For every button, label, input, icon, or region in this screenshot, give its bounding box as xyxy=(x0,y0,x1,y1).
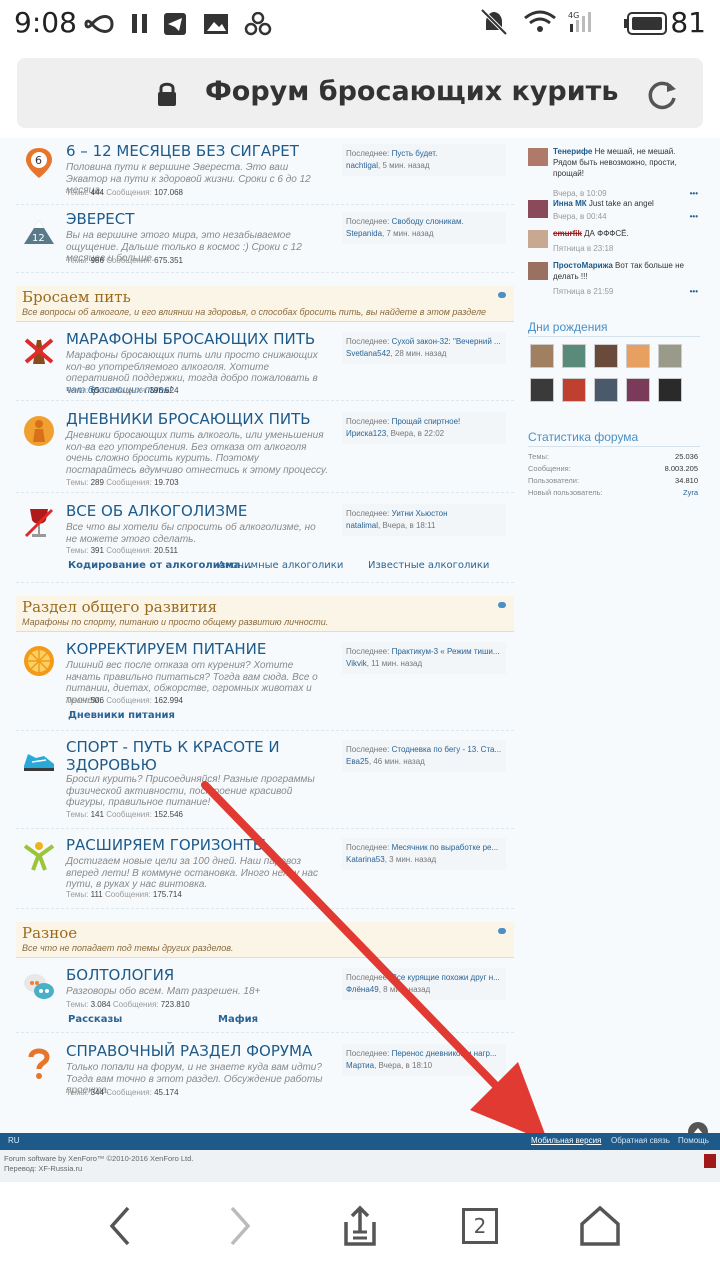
footer-bar: RU Мобильная версия Обратная связь Помощ… xyxy=(0,1133,720,1150)
badge-icon[interactable] xyxy=(704,1154,716,1168)
feedback-link[interactable]: Обратная связь xyxy=(611,1136,670,1145)
share-icon[interactable] xyxy=(338,1204,382,1248)
home-icon[interactable] xyxy=(578,1204,622,1248)
language-link[interactable]: RU xyxy=(8,1136,20,1145)
tabs-count: 2 xyxy=(462,1208,498,1244)
help-link[interactable]: Помощь xyxy=(678,1136,709,1145)
annotation-arrow xyxy=(201,781,548,1142)
tabs-button[interactable]: 2 xyxy=(458,1204,502,1248)
forward-icon[interactable] xyxy=(218,1204,262,1248)
mobile-version-link[interactable]: Мобильная версия xyxy=(531,1136,601,1145)
translation-credit: Перевод: XF-Russia.ru xyxy=(4,1164,83,1173)
back-icon[interactable] xyxy=(98,1204,142,1248)
copyright-block: Forum software by XenForo™ ©2010-2016 Xe… xyxy=(0,1150,720,1182)
browser-navbar: 2 xyxy=(0,1182,720,1280)
copyright-text: Forum software by XenForo™ ©2010-2016 Xe… xyxy=(4,1154,194,1163)
